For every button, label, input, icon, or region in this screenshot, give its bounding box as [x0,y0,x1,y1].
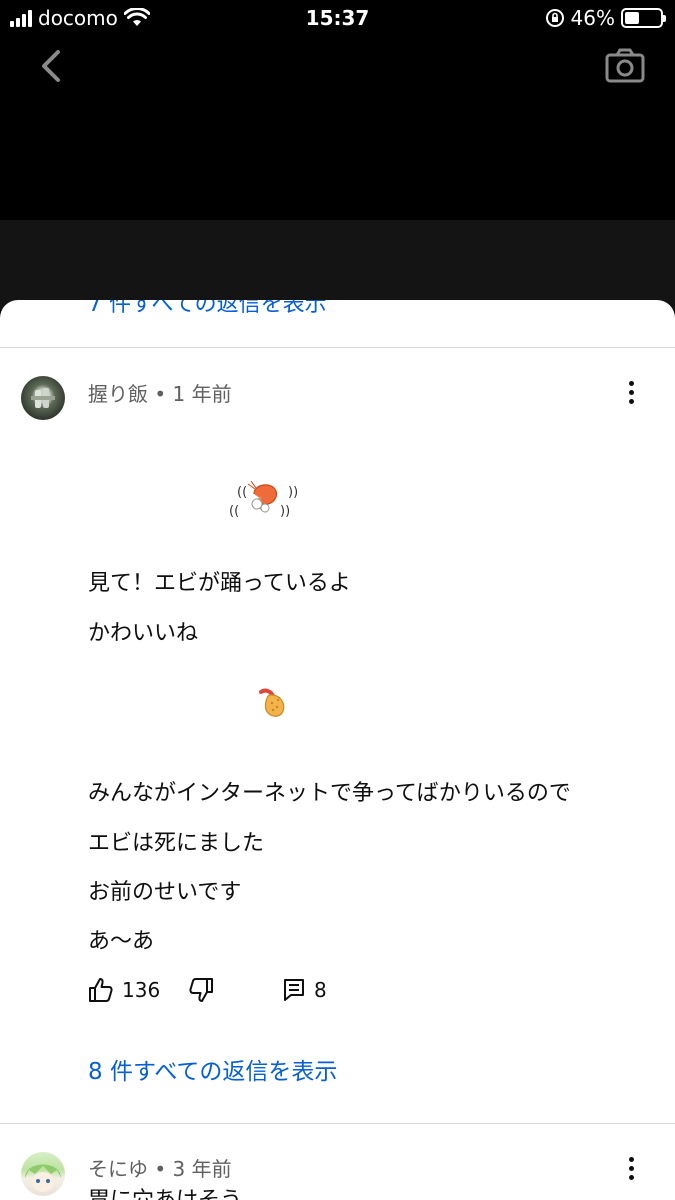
camera-icon [605,48,645,83]
comment-meta: 握り飯 • 1 年前 [88,382,232,406]
comment-actions: 136 8 [88,977,348,1009]
status-right: 46% [545,6,666,30]
battery-percent: 46% [570,6,615,30]
art-text: )) [288,485,299,500]
chevron-left-icon [42,50,60,82]
avatar[interactable] [21,1152,65,1196]
reply-icon [284,979,304,1001]
avatar[interactable] [21,376,65,420]
video-frame [0,220,675,310]
comment-menu-button[interactable] [617,1152,645,1184]
thumbs-up-icon [89,978,113,1002]
comment-text-line: みんながインターネットで争ってばかりいるので [88,781,571,806]
back-button[interactable] [30,44,74,88]
comment-text-line: あ〜あ [88,929,155,954]
like-count: 136 [122,978,161,1002]
shrimp-icon [247,480,278,513]
rotation-lock-icon [545,9,564,27]
video-player[interactable] [0,40,675,310]
dislike-button[interactable] [188,977,214,1007]
comment-text-line: エビは死にました [88,831,265,856]
comment-text-line: お前のせいです [88,880,242,905]
camera-button[interactable] [603,44,647,88]
comment-meta: そにゆ • 3 年前 [88,1157,232,1181]
status-bar: docomo 15:37 46% [0,0,675,40]
comment-text-line: かわいいね [88,621,199,646]
comment-menu-button[interactable] [617,376,645,408]
previous-replies-link[interactable]: 7 件すべての返信を表示 [88,300,327,318]
reply-button[interactable]: 8 [282,977,327,1003]
comments-sheet: 7 件すべての返信を表示 握り飯 • 1 年前 (( )) (( )) 見て！エ… [0,300,675,1200]
reply-count: 8 [314,978,327,1002]
divider [0,347,675,348]
comment-text-line: 見て！エビが踊っているよ [88,571,351,596]
art-text: (( [229,504,240,519]
thumbs-down-icon [189,978,213,1002]
view-replies-link[interactable]: 8 件すべての返信を表示 [88,1052,337,1086]
battery-icon [621,8,666,28]
divider [0,1123,675,1124]
fried-shrimp-icon [259,688,285,717]
like-button[interactable]: 136 [88,977,160,1003]
comment-text-line: 胃に穴あけそう [88,1182,242,1200]
